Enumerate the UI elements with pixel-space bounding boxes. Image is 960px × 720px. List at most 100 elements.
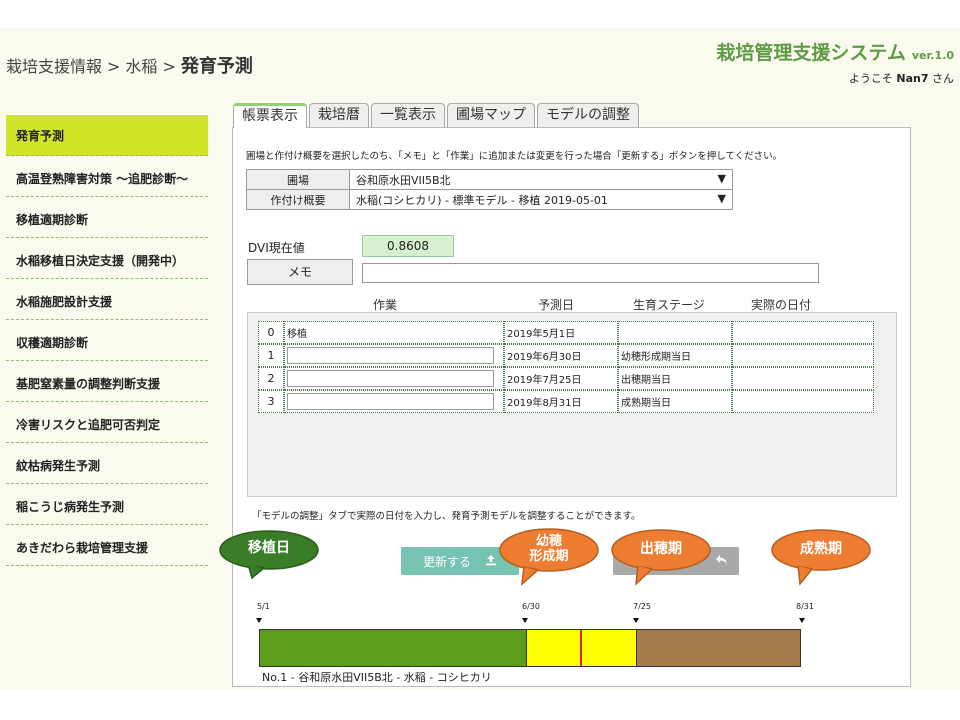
field-select-value: 谷和原水田VII5B北 xyxy=(356,173,451,187)
page-title: 発育予測 xyxy=(180,56,253,77)
callout-text: 成熟期 xyxy=(800,541,842,557)
work-cell xyxy=(284,367,504,390)
column-header-predicted-date: 予測日 xyxy=(538,298,575,312)
tab-model-adjust[interactable]: モデルの調整 xyxy=(537,103,639,128)
sidebar-item-label: 冷害リスクと追肥可否判定 xyxy=(16,417,161,432)
model-adjust-note: 「モデルの調整」タブで実際の日付を入力し、発育予測モデルを調整することができます… xyxy=(252,511,641,522)
timeline-marker xyxy=(799,618,805,623)
field-label: 圃場 xyxy=(246,169,350,190)
sidebar-item-label: 稲こうじ病発生予測 xyxy=(16,499,125,514)
welcome-message: ようこそ Nan7 さん xyxy=(849,70,954,86)
timeline-caption: No.1 - 谷和原水田VII5B北 - 水稲 - コシヒカリ xyxy=(262,671,492,684)
welcome-prefix: ようこそ xyxy=(848,72,893,85)
callout-panicle: 幼穂 形成期 xyxy=(498,528,600,586)
callout-text: 出穂期 xyxy=(640,541,682,557)
memo-input[interactable] xyxy=(362,263,819,283)
memo-label: メモ xyxy=(247,259,353,285)
sidebar-item-false-smut[interactable]: 稲こうじ病発生予測 xyxy=(6,488,208,525)
callout-transplant: 移植日 xyxy=(218,528,320,580)
welcome-suffix: さん xyxy=(932,72,954,85)
callout-text: 移植日 xyxy=(248,540,290,556)
upload-icon xyxy=(485,554,497,569)
version-label: ver.1.0 xyxy=(911,49,954,62)
row-number: 0 xyxy=(258,321,284,344)
callout-heading: 出穂期 xyxy=(610,528,712,586)
dvi-label: DVI現在値 xyxy=(248,241,305,255)
sidebar-item-label: 水稲施肥設計支援 xyxy=(16,294,113,309)
selection-form: 圃場 谷和原水田VII5B北 ▼ 作付け概要 水稲(コシヒカリ) - 標準モデル … xyxy=(246,169,733,210)
instruction-text: 圃場と作付け概要を選択したのち、「メモ」と「作業」に追加または変更を行った場合「… xyxy=(246,151,783,162)
dropdown-arrow-icon: ▼ xyxy=(717,171,726,185)
tab-bar: 帳票表示 栽培暦 一覧表示 圃場マップ モデルの調整 xyxy=(233,103,641,128)
sidebar-item-transplant-date[interactable]: 水稲移植日決定支援（開発中） xyxy=(6,242,208,279)
update-button-label: 更新する xyxy=(422,554,471,569)
actual-date-cell xyxy=(732,344,874,367)
work-cell: 移植 xyxy=(284,321,504,344)
sidebar-item-label: 移植適期診断 xyxy=(16,212,89,227)
tab-report[interactable]: 帳票表示 xyxy=(233,103,307,128)
sidebar-item-label: 紋枯病発生予測 xyxy=(16,458,101,473)
callout-text: 幼穂 形成期 xyxy=(529,534,569,564)
timeline-marker xyxy=(633,618,639,623)
sidebar: 発育予測 高温登熟障害対策 ～追肥診断～ 移植適期診断 水稲移植日決定支援（開発… xyxy=(6,115,208,570)
row-number: 1 xyxy=(258,344,284,367)
predicted-date-cell: 2019年6月30日 xyxy=(504,344,618,367)
timeline-date-label: 8/31 xyxy=(796,602,814,611)
table-row: 0 移植 2019年5月1日 xyxy=(258,321,874,344)
work-table-container: 0 移植 2019年5月1日 1 2019年6月30日 幼穂形成期当日 2 20… xyxy=(247,312,897,497)
work-table: 0 移植 2019年5月1日 1 2019年6月30日 幼穂形成期当日 2 20… xyxy=(258,321,874,413)
actual-date-cell xyxy=(732,390,874,413)
sidebar-item-fertilizer[interactable]: 水稲施肥設計支援 xyxy=(6,283,208,320)
growth-stage-cell xyxy=(618,321,732,344)
breadcrumb-separator: > xyxy=(162,57,176,76)
column-header-work: 作業 xyxy=(373,298,398,312)
table-row: 2 2019年7月25日 出穂期当日 xyxy=(258,367,874,390)
tab-list[interactable]: 一覧表示 xyxy=(371,103,445,128)
work-input[interactable] xyxy=(287,370,494,387)
timeline-marker xyxy=(256,618,262,623)
field-select[interactable]: 谷和原水田VII5B北 ▼ xyxy=(349,169,733,190)
undo-icon xyxy=(715,552,729,571)
growth-stage-cell: 出穂期当日 xyxy=(618,367,732,390)
current-date-line xyxy=(580,630,582,666)
work-cell xyxy=(284,344,504,367)
sidebar-item-label: 発育予測 xyxy=(16,128,65,143)
timeline-date-label: 6/30 xyxy=(522,602,540,611)
timeline-segment-ripening xyxy=(636,629,801,667)
work-input[interactable] xyxy=(287,393,494,410)
sidebar-item-heat-damage[interactable]: 高温登熟障害対策 ～追肥診断～ xyxy=(6,160,208,197)
system-name: 栽培管理支援システム xyxy=(716,42,906,64)
table-row: 3 2019年8月31日 成熟期当日 xyxy=(258,390,874,413)
plan-label: 作付け概要 xyxy=(246,189,350,210)
work-input[interactable] xyxy=(287,347,494,364)
system-title: 栽培管理支援システム ver.1.0 xyxy=(716,38,954,65)
table-row: 1 2019年6月30日 幼穂形成期当日 xyxy=(258,344,874,367)
user-name: Nan7 xyxy=(896,72,929,85)
breadcrumb-separator: > xyxy=(107,57,121,76)
sidebar-item-label: あきだわら栽培管理支援 xyxy=(16,540,149,555)
tab-field-map[interactable]: 圃場マップ xyxy=(447,103,535,128)
actual-date-cell xyxy=(732,367,874,390)
sidebar-item-akidawara[interactable]: あきだわら栽培管理支援 xyxy=(6,529,208,566)
row-number: 2 xyxy=(258,367,284,390)
tab-calendar[interactable]: 栽培暦 xyxy=(309,103,369,128)
breadcrumb-link-cultivation[interactable]: 栽培支援情報 xyxy=(6,57,102,76)
timeline-marker xyxy=(522,618,528,623)
growth-stage-cell: 成熟期当日 xyxy=(618,390,732,413)
predicted-date-cell: 2019年5月1日 xyxy=(504,321,618,344)
sidebar-item-cold-damage[interactable]: 冷害リスクと追肥可否判定 xyxy=(6,406,208,443)
report-panel: 圃場と作付け概要を選択したのち、「メモ」と「作業」に追加または変更を行った場合「… xyxy=(232,127,911,687)
column-header-growth-stage: 生育ステージ xyxy=(633,298,705,312)
sidebar-item-harvest[interactable]: 収穫適期診断 xyxy=(6,324,208,361)
dvi-value: 0.8608 xyxy=(362,235,454,257)
sidebar-item-growth-prediction[interactable]: 発育予測 xyxy=(6,115,208,156)
sidebar-item-base-nitrogen[interactable]: 基肥窒素量の調整判断支援 xyxy=(6,365,208,402)
sidebar-item-label: 高温登熟障害対策 ～追肥診断～ xyxy=(16,171,189,186)
plan-select[interactable]: 水稲(コシヒカリ) - 標準モデル - 移植 2019-05-01 ▼ xyxy=(349,189,733,210)
growth-stage-cell: 幼穂形成期当日 xyxy=(618,344,732,367)
dropdown-arrow-icon: ▼ xyxy=(717,191,726,205)
breadcrumb-link-rice[interactable]: 水稲 xyxy=(125,57,157,76)
sidebar-item-sheath-blight[interactable]: 紋枯病発生予測 xyxy=(6,447,208,484)
sidebar-item-transplant-timing[interactable]: 移植適期診断 xyxy=(6,201,208,238)
work-cell xyxy=(284,390,504,413)
